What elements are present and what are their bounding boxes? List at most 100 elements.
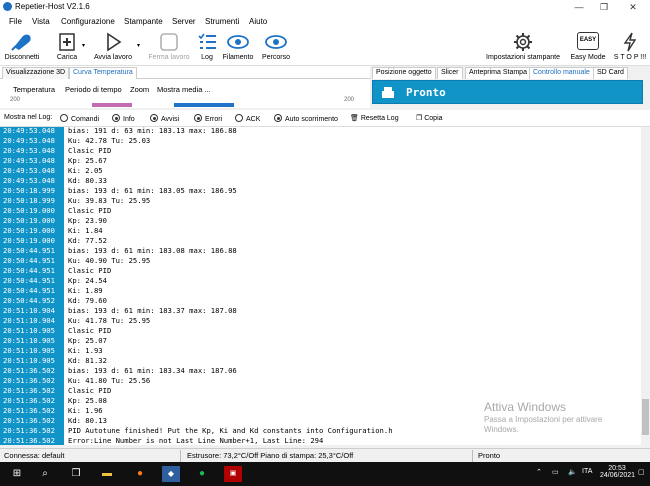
printer-settings-button[interactable]: Impostazioni stampante	[482, 32, 564, 61]
scrollbar-thumb[interactable]	[642, 399, 649, 435]
tab-object-position[interactable]: Posizione oggetto	[372, 67, 436, 79]
log-message: Kp: 25.67	[68, 156, 107, 165]
tab-slicer[interactable]: Slicer	[437, 67, 463, 79]
log-timestamp: 20:51:36.502	[0, 416, 64, 426]
start-job-dropdown-icon[interactable]: ▾	[137, 42, 140, 49]
printer-icon	[382, 87, 394, 98]
printer-status-box: Pronto	[372, 80, 643, 104]
filament-button[interactable]: Filamento	[220, 32, 256, 61]
log-message: PID Autotune finished! Put the Kp, Ki an…	[68, 426, 393, 435]
chevron-up-icon[interactable]: ⌃	[536, 468, 542, 476]
menu-printer[interactable]: Stampante	[124, 17, 163, 26]
file-explorer-icon[interactable]: ▬	[98, 466, 116, 482]
activation-watermark: Attiva Windows Passa a Impostazioni per …	[484, 400, 603, 434]
log-timestamp: 20:50:44.951	[0, 256, 64, 266]
log-message: Ku: 41.78 Tu: 25.95	[68, 316, 151, 325]
path-button[interactable]: Percorso	[259, 32, 293, 61]
radio-icon	[235, 114, 243, 122]
keyboard-language[interactable]: ITA	[582, 468, 592, 475]
filter-warnings[interactable]: Avvisi	[150, 114, 179, 123]
log-message: bias: 193 d: 61 min: 183.37 max: 187.08	[68, 306, 237, 315]
notifications-icon[interactable]: ▢	[638, 468, 645, 476]
minimize-button[interactable]: —	[568, 1, 590, 13]
log-row: 20:50:44.951 Clasic PID	[0, 266, 641, 276]
filter-commands[interactable]: Comandi	[60, 114, 99, 123]
log-timestamp: 20:51:36.502	[0, 366, 64, 376]
log-message: Kd: 80.33	[68, 176, 107, 185]
curve-menu-period[interactable]: Periodo di tempo	[65, 85, 122, 94]
menu-help[interactable]: Aiuto	[249, 17, 267, 26]
filter-autoscroll[interactable]: Auto scorrimento	[274, 114, 338, 123]
log-timestamp: 20:50:44.952	[0, 296, 64, 306]
close-button[interactable]: ✕	[622, 1, 644, 13]
search-icon[interactable]: ⌕	[36, 466, 54, 482]
tab-temperature-curve[interactable]: Curva Temperatura	[69, 67, 137, 79]
load-dropdown-icon[interactable]: ▾	[82, 42, 85, 49]
log-message: Clasic PID	[68, 326, 112, 335]
log-row: 20:51:10.904 bias: 193 d: 61 min: 183.37 …	[0, 306, 641, 316]
windows-start-icon[interactable]: ⊞	[8, 466, 26, 482]
stop-job-button[interactable]: Ferma lavoro	[145, 32, 193, 61]
spotify-icon[interactable]: ●	[193, 466, 211, 482]
filter-info[interactable]: Info	[112, 114, 135, 123]
radio-icon	[150, 114, 158, 122]
status-separator	[472, 450, 473, 462]
log-row: 20:51:10.905 Kd: 81.32	[0, 356, 641, 366]
app-icon-red[interactable]: ▣	[224, 466, 242, 482]
reset-log-button[interactable]: 🗑 Resetta Log	[350, 114, 399, 122]
printer-control-panel: Posizione oggetto Slicer Anteprima Stamp…	[370, 66, 650, 108]
menu-view[interactable]: Vista	[32, 17, 50, 26]
tab-3d-view[interactable]: Visualizzazione 3D	[2, 67, 70, 79]
curve-menu-temperature[interactable]: Temperatura	[13, 85, 55, 94]
clock[interactable]: 20:53 24/06/2021	[600, 465, 635, 479]
log-row: 20:50:44.951 bias: 193 d: 61 min: 183.08 …	[0, 246, 641, 256]
copy-log-button[interactable]: ❐ Copia	[416, 114, 443, 122]
menu-tools[interactable]: Strumenti	[205, 17, 239, 26]
maximize-button[interactable]: ❐	[593, 1, 615, 13]
log-message: Clasic PID	[68, 206, 112, 215]
load-button[interactable]: Carica	[52, 32, 82, 61]
log-button[interactable]: Log	[196, 32, 218, 61]
log-row: 20:51:36.502 Clasic PID	[0, 386, 641, 396]
firefox-icon[interactable]: ●	[131, 466, 149, 482]
log-row: 20:50:18.999 Ku: 39.83 Tu: 25.95	[0, 196, 641, 206]
stop-icon	[160, 33, 178, 51]
log-timestamp: 20:51:10.905	[0, 336, 64, 346]
log-row: 20:50:19.000 Ki: 1.84	[0, 226, 641, 236]
radio-icon	[60, 114, 68, 122]
toolbar: Disconnetti Carica ▾ Avvia lavoro ▾ Ferm…	[0, 30, 650, 66]
log-list[interactable]: 20:49:53.048 bias: 191 d: 63 min: 183.13 …	[0, 127, 641, 445]
easy-mode-button[interactable]: EASY Easy Mode	[568, 32, 608, 61]
tab-manual-control[interactable]: Controllo manuale	[529, 67, 594, 79]
menu-configuration[interactable]: Configurazione	[61, 17, 115, 26]
filter-errors[interactable]: Errori	[194, 114, 222, 123]
log-timestamp: 20:51:10.905	[0, 356, 64, 366]
log-timestamp: 20:51:36.502	[0, 396, 64, 406]
task-view-icon[interactable]: ❒	[67, 466, 85, 482]
log-message: Kd: 77.52	[68, 236, 107, 245]
printer-status-text: Pronto	[406, 86, 446, 99]
filter-ack[interactable]: ACK	[235, 114, 260, 123]
trash-icon: 🗑	[350, 115, 361, 122]
log-scrollbar[interactable]	[641, 127, 650, 445]
log-message: Kp: 23.90	[68, 216, 107, 225]
tab-print-preview[interactable]: Anteprima Stampa	[465, 67, 531, 79]
start-job-button[interactable]: Avvia lavoro	[90, 32, 136, 61]
log-timestamp: 20:50:44.951	[0, 286, 64, 296]
curve-menu-zoom[interactable]: Zoom	[130, 85, 149, 94]
menu-file[interactable]: File	[9, 17, 22, 26]
disconnect-button[interactable]: Disconnetti	[2, 32, 42, 61]
log-filter-bar: Mostra nel Log: Comandi Info Avvisi Erro…	[0, 110, 650, 127]
taskbar: ⊞ ⌕ ❒ ▬ ● ◆ ● ▣ ⌃ ▭ 🔈 ITA 20:53 24/06/20…	[0, 462, 650, 486]
emergency-stop-button[interactable]: S T O P !!!	[612, 32, 648, 61]
curve-menu-show-average[interactable]: Mostra media ...	[157, 85, 211, 94]
network-icon[interactable]: ▭	[552, 468, 559, 476]
log-message: Clasic PID	[68, 386, 112, 395]
menu-server[interactable]: Server	[172, 17, 196, 26]
repetier-host-icon[interactable]: ◆	[162, 466, 180, 482]
log-timestamp: 20:51:36.502	[0, 406, 64, 416]
volume-icon[interactable]: 🔈	[568, 468, 577, 476]
log-timestamp: 20:51:36.502	[0, 426, 64, 436]
tab-sd-card[interactable]: SD Card	[593, 67, 628, 79]
add-file-icon	[59, 33, 75, 51]
